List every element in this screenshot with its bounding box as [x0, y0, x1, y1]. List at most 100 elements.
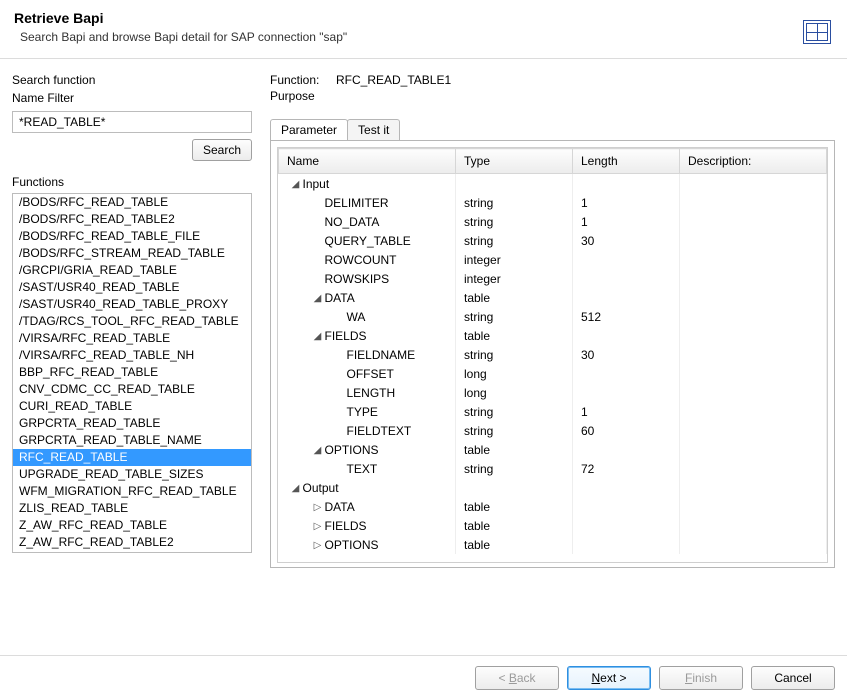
list-item[interactable]: /BODS/RFC_READ_TABLE_FILE: [13, 228, 251, 245]
list-item[interactable]: CURI_READ_TABLE: [13, 398, 251, 415]
table-row[interactable]: TEXTstring72: [279, 459, 827, 478]
param-length: [573, 326, 680, 345]
list-item[interactable]: ZLIS_READ_TABLE: [13, 500, 251, 517]
param-length: [573, 535, 680, 554]
name-filter-label: Name Filter: [12, 91, 252, 105]
param-name: FIELDS: [325, 329, 367, 343]
tab-parameter[interactable]: Parameter: [270, 119, 348, 140]
table-row[interactable]: DELIMITERstring1: [279, 193, 827, 212]
name-filter-input[interactable]: [12, 111, 252, 133]
table-row[interactable]: WAstring512: [279, 307, 827, 326]
cancel-button[interactable]: Cancel: [751, 666, 835, 690]
param-length: 1: [573, 193, 680, 212]
search-button[interactable]: Search: [192, 139, 252, 161]
table-row[interactable]: FIELDNAMEstring30: [279, 345, 827, 364]
list-item[interactable]: /SAST/USR40_READ_TABLE: [13, 279, 251, 296]
param-description: [680, 402, 827, 421]
list-item[interactable]: BBP_RFC_READ_TABLE: [13, 364, 251, 381]
list-item[interactable]: GRPCRTA_READ_TABLE: [13, 415, 251, 432]
param-name: WA: [347, 310, 366, 324]
back-button[interactable]: < Back: [475, 666, 559, 690]
table-row[interactable]: ▷OPTIONStable: [279, 535, 827, 554]
table-row[interactable]: OFFSETlong: [279, 364, 827, 383]
table-row[interactable]: ◢Input: [279, 174, 827, 194]
param-length: [573, 497, 680, 516]
list-item[interactable]: WFM_MIGRATION_RFC_READ_TABLE: [13, 483, 251, 500]
table-row[interactable]: ▷FIELDStable: [279, 516, 827, 535]
param-type: [456, 478, 573, 497]
param-type: long: [456, 383, 573, 402]
list-item[interactable]: /TDAG/RCS_TOOL_RFC_READ_TABLE: [13, 313, 251, 330]
table-row[interactable]: ▷DATAtable: [279, 497, 827, 516]
list-item[interactable]: /BODS/RFC_STREAM_READ_TABLE: [13, 245, 251, 262]
param-type: table: [456, 535, 573, 554]
list-item[interactable]: /BODS/RFC_READ_TABLE: [13, 194, 251, 211]
list-item[interactable]: Z_AW_RFC_READ_TABLE2: [13, 534, 251, 551]
list-item[interactable]: /VIRSA/RFC_READ_TABLE_NH: [13, 347, 251, 364]
list-item[interactable]: /SAST/USR40_READ_TABLE_PROXY: [13, 296, 251, 313]
param-type: table: [456, 516, 573, 535]
param-type: string: [456, 193, 573, 212]
list-item[interactable]: /VIRSA/RFC_READ_TABLE: [13, 330, 251, 347]
parameter-grid[interactable]: Name Type Length Description: ◢InputDELI…: [277, 147, 828, 563]
table-row[interactable]: NO_DATAstring1: [279, 212, 827, 231]
list-item[interactable]: RFC_READ_TABLE: [13, 449, 251, 466]
tab-test-it[interactable]: Test it: [347, 119, 400, 140]
param-length: [573, 364, 680, 383]
param-description: [680, 326, 827, 345]
table-row[interactable]: ROWCOUNTinteger: [279, 250, 827, 269]
param-type: table: [456, 440, 573, 459]
tree-toggle-icon: ▷: [313, 540, 323, 551]
param-description: [680, 288, 827, 307]
list-item[interactable]: CNV_CDMC_CC_READ_TABLE: [13, 381, 251, 398]
page-title: Retrieve Bapi: [14, 10, 833, 26]
param-name: DATA: [325, 291, 355, 305]
table-row[interactable]: ◢FIELDStable: [279, 326, 827, 345]
table-row[interactable]: LENGTHlong: [279, 383, 827, 402]
param-name: FIELDTEXT: [347, 424, 412, 438]
table-row[interactable]: ROWSKIPSinteger: [279, 269, 827, 288]
list-item[interactable]: UPGRADE_READ_TABLE_SIZES: [13, 466, 251, 483]
list-item[interactable]: Z_AW_RFC_READ_TABLE: [13, 517, 251, 534]
list-item[interactable]: Z_TALEND_READ_TABLE: [13, 551, 251, 553]
functions-list[interactable]: /BODS/RFC_READ_TABLE/BODS/RFC_READ_TABLE…: [12, 193, 252, 553]
param-name: DATA: [325, 500, 355, 514]
param-description: [680, 250, 827, 269]
param-length: [573, 288, 680, 307]
param-length: [573, 383, 680, 402]
param-type: string: [456, 307, 573, 326]
page-subtitle: Search Bapi and browse Bapi detail for S…: [20, 30, 833, 44]
table-row[interactable]: ◢Output: [279, 478, 827, 497]
tree-toggle-icon: ▷: [313, 502, 323, 513]
param-name: FIELDS: [325, 519, 367, 533]
table-row[interactable]: TYPEstring1: [279, 402, 827, 421]
tree-toggle-icon: ◢: [313, 331, 323, 342]
table-row[interactable]: ◢DATAtable: [279, 288, 827, 307]
param-type: integer: [456, 269, 573, 288]
table-row[interactable]: QUERY_TABLEstring30: [279, 231, 827, 250]
param-name: TEXT: [347, 462, 378, 476]
param-name: FIELDNAME: [347, 348, 416, 362]
column-header-description[interactable]: Description:: [680, 149, 827, 174]
search-function-label: Search function: [12, 73, 252, 87]
param-length: [573, 269, 680, 288]
list-item[interactable]: /BODS/RFC_READ_TABLE2: [13, 211, 251, 228]
column-header-name[interactable]: Name: [279, 149, 456, 174]
param-description: [680, 478, 827, 497]
list-item[interactable]: GRPCRTA_READ_TABLE_NAME: [13, 432, 251, 449]
column-header-type[interactable]: Type: [456, 149, 573, 174]
param-name: Input: [303, 177, 330, 191]
next-button[interactable]: Next >: [567, 666, 651, 690]
list-item[interactable]: /GRCPI/GRIA_READ_TABLE: [13, 262, 251, 279]
wizard-header: Retrieve Bapi Search Bapi and browse Bap…: [0, 0, 847, 52]
table-row[interactable]: FIELDTEXTstring60: [279, 421, 827, 440]
param-type: string: [456, 231, 573, 250]
table-row[interactable]: ◢OPTIONStable: [279, 440, 827, 459]
param-name: OPTIONS: [325, 443, 379, 457]
finish-button[interactable]: Finish: [659, 666, 743, 690]
wizard-footer: < Back Next > Finish Cancel: [0, 655, 847, 700]
param-description: [680, 516, 827, 535]
column-header-length[interactable]: Length: [573, 149, 680, 174]
param-length: [573, 174, 680, 194]
tree-toggle-icon: ◢: [313, 293, 323, 304]
